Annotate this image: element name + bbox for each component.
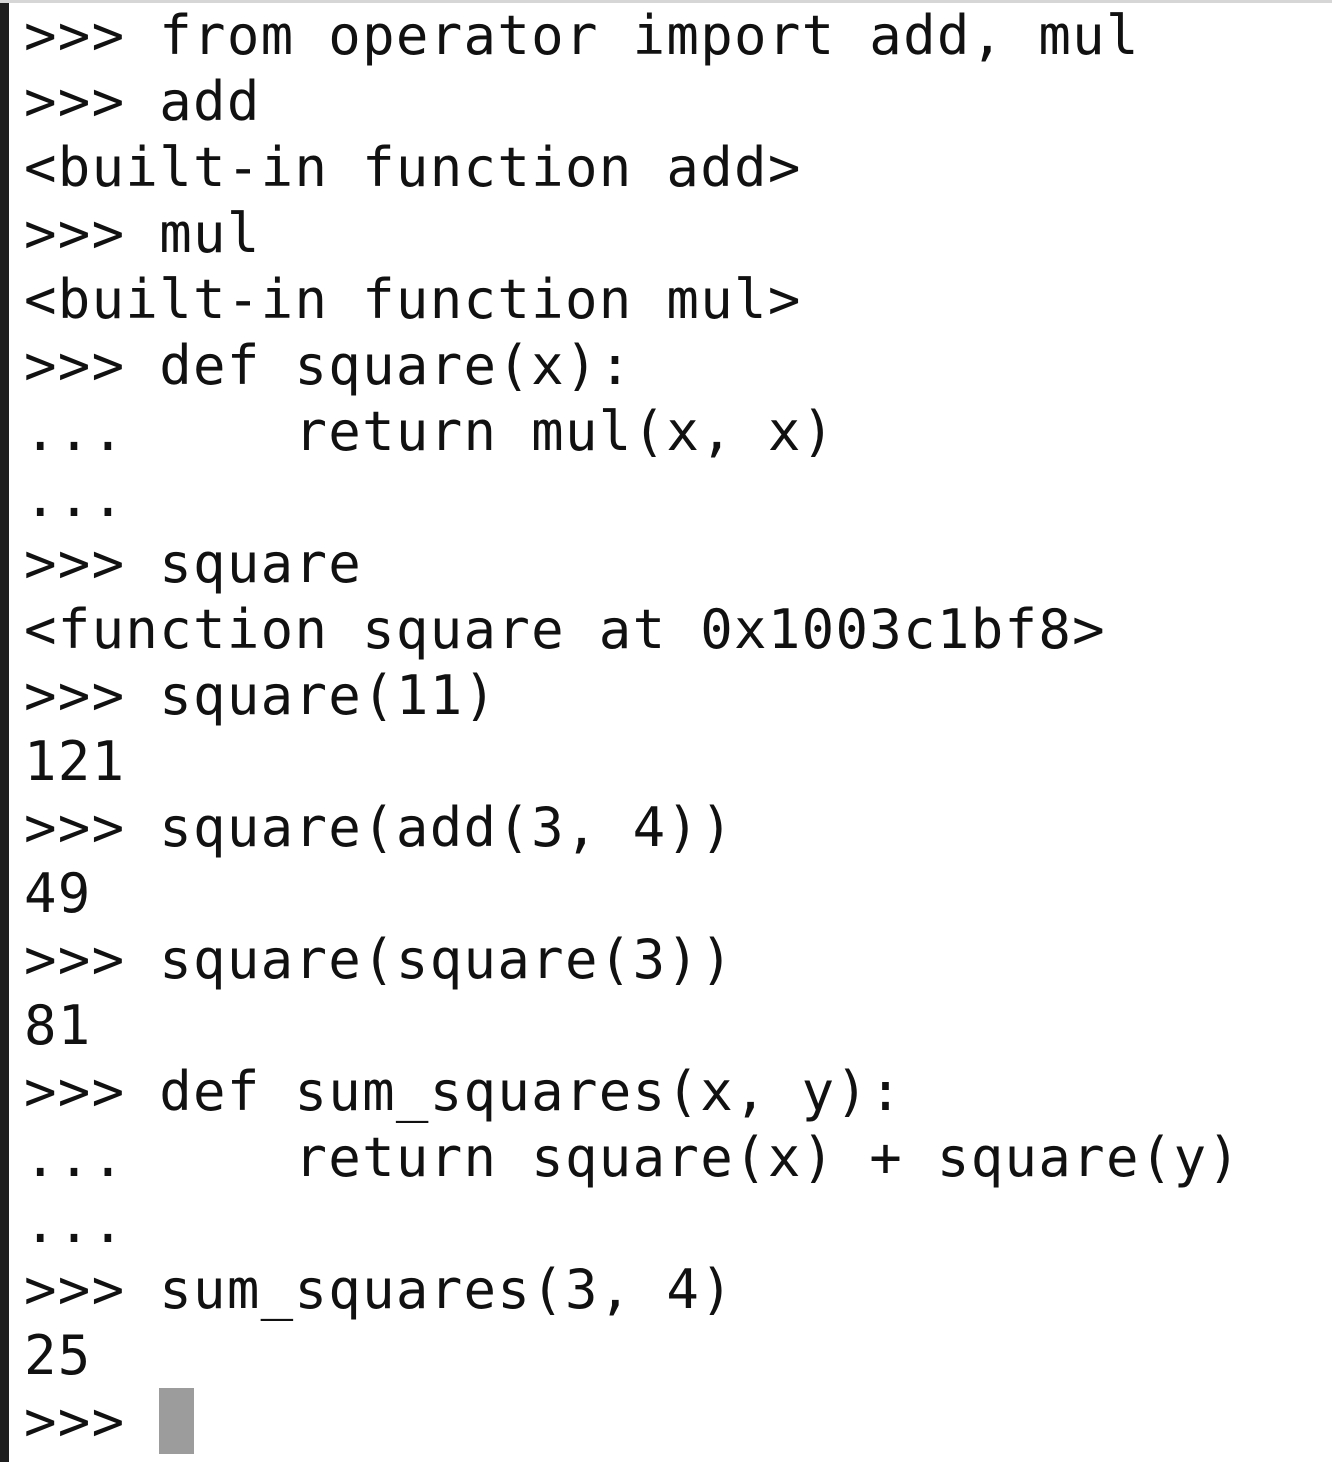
repl-line: 81 xyxy=(24,994,92,1057)
repl-line: >>> square(11) xyxy=(24,664,498,727)
repl-line: <function square at 0x1003c1bf8> xyxy=(24,598,1106,661)
repl-line: >>> square xyxy=(24,532,363,595)
repl-line: >>> def sum_squares(x, y): xyxy=(24,1060,904,1123)
repl-line: >>> sum_squares(3, 4) xyxy=(24,1258,735,1321)
repl-line: >>> square(square(3)) xyxy=(24,928,735,991)
repl-prompt-line: >>> xyxy=(24,1390,126,1453)
repl-line: <built-in function mul> xyxy=(24,268,802,331)
window-left-edge xyxy=(0,0,9,1462)
repl-line: 121 xyxy=(24,730,126,793)
repl-line: 25 xyxy=(24,1324,92,1387)
repl-line: ... return square(x) + square(y) xyxy=(24,1126,1242,1189)
repl-line: ... xyxy=(24,1192,126,1255)
repl-line: <built-in function add> xyxy=(24,136,802,199)
repl-line: >>> mul xyxy=(24,202,261,265)
python-repl-terminal[interactable]: >>> from operator import add, mul >>> ad… xyxy=(9,3,1332,1462)
repl-line: >>> add xyxy=(24,70,261,133)
repl-line: >>> from operator import add, mul xyxy=(24,4,1140,67)
repl-line: >>> def square(x): xyxy=(24,334,633,397)
repl-line: ... xyxy=(24,466,126,529)
text-cursor[interactable] xyxy=(159,1388,194,1454)
repl-line: 49 xyxy=(24,862,92,925)
repl-line: ... return mul(x, x) xyxy=(24,400,836,463)
repl-line: >>> square(add(3, 4)) xyxy=(24,796,735,859)
